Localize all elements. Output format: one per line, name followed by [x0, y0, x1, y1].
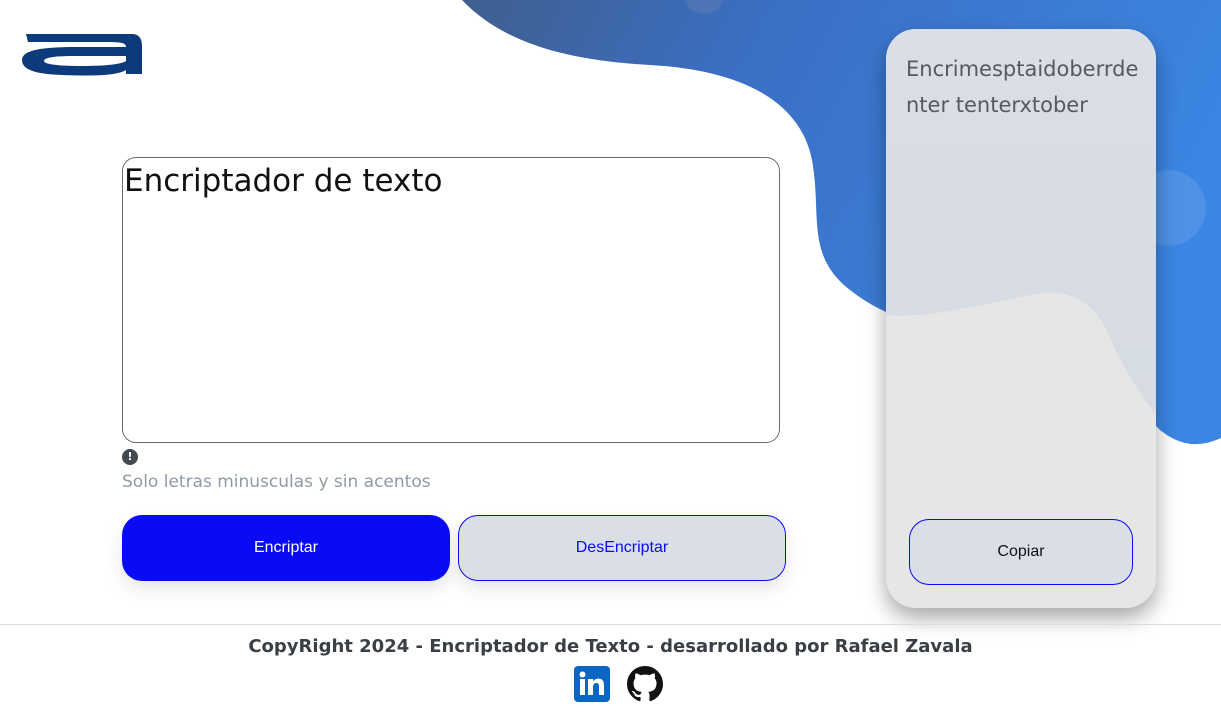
logo — [22, 34, 142, 76]
hint-text: Solo letras minusculas y sin acentos — [122, 472, 431, 492]
text-input-area[interactable]: Encriptador de texto — [122, 157, 780, 443]
exclamation-circle-icon: ! — [122, 449, 138, 465]
output-panel: Encrimesptaidoberrdenter tenterxtober Co… — [886, 29, 1156, 608]
linkedin-icon[interactable] — [574, 666, 610, 702]
output-text: Encrimesptaidoberrdenter tenterxtober — [906, 57, 1139, 117]
github-icon[interactable] — [627, 666, 663, 702]
encrypt-button[interactable]: Encriptar — [122, 515, 450, 581]
decrypt-button[interactable]: DesEncriptar — [458, 515, 786, 581]
input-text: Encriptador de texto — [124, 163, 443, 199]
footer-copyright: CopyRight 2024 - Encriptador de Texto - … — [248, 636, 973, 657]
footer-divider — [0, 624, 1221, 625]
copy-button[interactable]: Copiar — [909, 519, 1133, 585]
page: Encriptador de texto ! Solo letras minus… — [0, 0, 1221, 713]
